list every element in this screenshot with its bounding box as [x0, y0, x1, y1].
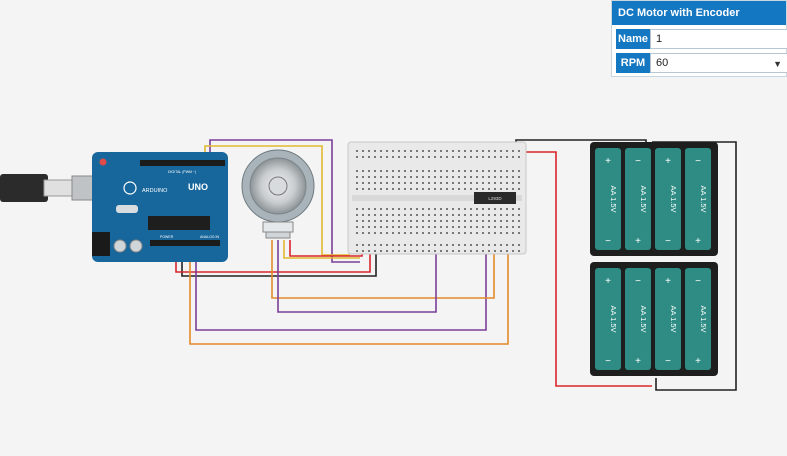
battery-packs[interactable]: + − AA 1.5V − + AA 1.5V + − AA 1.5V − + AA 1.5V + − AA… — [590, 142, 718, 376]
ic-label: L293D — [488, 196, 502, 201]
inspector-title: DC Motor with Encoder — [612, 1, 786, 25]
arduino-power-label: POWER — [160, 235, 174, 239]
battery-cell-label: AA 1.5V — [639, 305, 648, 332]
battery-cell-label: AA 1.5V — [669, 185, 678, 212]
rpm-field-row: RPM 60 ▼ — [616, 53, 787, 73]
plus-terminal-label: + — [665, 156, 671, 167]
minus-terminal-label: − — [605, 236, 611, 247]
name-label: Name — [616, 29, 650, 49]
plus-terminal-label: + — [605, 276, 611, 287]
battery-cell-label: AA 1.5V — [609, 185, 618, 212]
battery-cell-label: AA 1.5V — [699, 185, 708, 212]
plus-terminal-label: + — [695, 356, 701, 367]
minus-terminal-label: − — [635, 156, 641, 167]
name-input[interactable]: 1 — [650, 29, 787, 49]
rpm-value: 60 — [656, 57, 669, 69]
dc-motor-encoder[interactable] — [241, 149, 315, 239]
arduino-digital-label: DIGITAL (PWM ~) — [168, 170, 196, 174]
rpm-select[interactable]: 60 ▼ — [650, 53, 787, 73]
plus-terminal-label: + — [605, 156, 611, 167]
battery-cell-label: AA 1.5V — [609, 305, 618, 332]
arduino-analog-label: ANALOG IN — [200, 235, 220, 239]
usb-cable[interactable] — [0, 174, 95, 202]
minus-terminal-label: − — [695, 276, 701, 287]
battery-cell-label: AA 1.5V — [699, 305, 708, 332]
minus-terminal-label: − — [695, 156, 701, 167]
arduino-model: UNO — [188, 182, 208, 192]
plus-terminal-label: + — [665, 276, 671, 287]
minus-terminal-label: − — [605, 356, 611, 367]
plus-terminal-label: + — [635, 356, 641, 367]
minus-terminal-label: − — [635, 276, 641, 287]
ic-l293d[interactable]: L293D — [474, 192, 516, 204]
component-inspector-panel[interactable]: DC Motor with Encoder Name 1 RPM 60 ▼ — [611, 0, 787, 77]
minus-terminal-label: − — [665, 236, 671, 247]
arduino-uno[interactable]: ARDUINO UNO DIGITAL (PWM ~) POWER ANALOG… — [92, 152, 228, 262]
rpm-label: RPM — [616, 53, 650, 73]
plus-terminal-label: + — [635, 236, 641, 247]
battery-cell-label: AA 1.5V — [669, 305, 678, 332]
chevron-down-icon[interactable]: ▼ — [773, 55, 782, 73]
name-field-row: Name 1 — [616, 29, 787, 49]
minus-terminal-label: − — [665, 356, 671, 367]
arduino-brand: ARDUINO — [142, 188, 168, 194]
battery-cell-label: AA 1.5V — [639, 185, 648, 212]
plus-terminal-label: + — [695, 236, 701, 247]
